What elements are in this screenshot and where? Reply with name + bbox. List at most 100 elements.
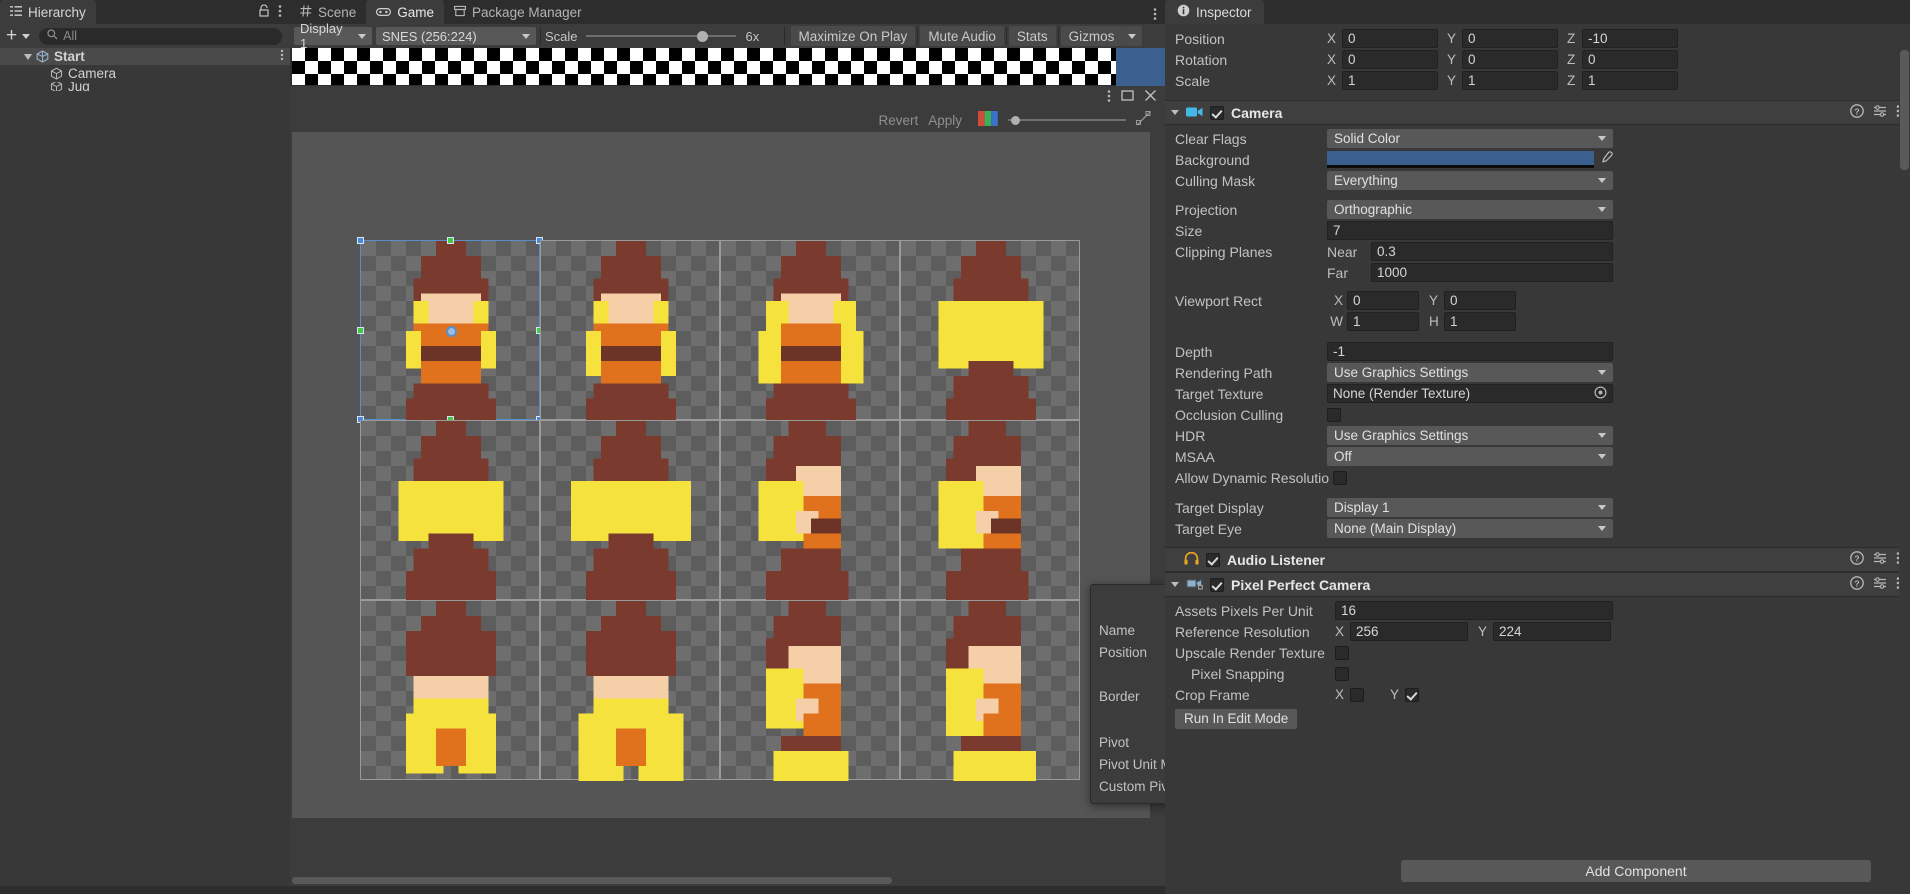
run-in-edit-mode-button[interactable]: Run In Edit Mode bbox=[1175, 708, 1298, 729]
sprite-cell[interactable] bbox=[540, 600, 720, 781]
sprite-cell[interactable] bbox=[357, 237, 543, 423]
tab-inspector[interactable]: Inspector bbox=[1165, 0, 1264, 24]
lock-icon[interactable] bbox=[258, 4, 270, 20]
rotation-z-input[interactable]: 0 bbox=[1582, 50, 1678, 69]
aspect-dropdown[interactable]: SNES (256:224) bbox=[376, 27, 536, 45]
msaa-dropdown[interactable]: Off bbox=[1327, 447, 1613, 466]
near-input[interactable]: 0.3 bbox=[1371, 242, 1613, 261]
sprite-cell[interactable] bbox=[540, 420, 720, 601]
background-color-swatch[interactable] bbox=[1327, 151, 1594, 168]
position-z-input[interactable]: -10 bbox=[1582, 29, 1678, 48]
preset-icon[interactable] bbox=[1873, 576, 1887, 593]
sprite-cell[interactable] bbox=[900, 420, 1080, 601]
viewport-w-input[interactable]: 1 bbox=[1347, 312, 1419, 331]
maximize-on-play-button[interactable]: Maximize On Play bbox=[790, 26, 916, 46]
eyedropper-icon[interactable] bbox=[1599, 151, 1613, 168]
rotation-x-input[interactable]: 0 bbox=[1342, 50, 1438, 69]
search-input[interactable]: All bbox=[39, 27, 282, 45]
kebab-menu-icon[interactable] bbox=[278, 4, 282, 21]
gizmos-button[interactable]: Gizmos bbox=[1060, 26, 1123, 46]
add-component-button[interactable]: Add Component bbox=[1401, 860, 1871, 882]
stats-button[interactable]: Stats bbox=[1008, 26, 1056, 46]
add-gameobject-button[interactable]: + bbox=[4, 26, 19, 45]
chevron-down-icon[interactable] bbox=[22, 33, 31, 39]
help-icon[interactable]: ? bbox=[1850, 551, 1864, 568]
target-eye-dropdown[interactable]: None (Main Display) bbox=[1327, 519, 1613, 538]
sprite-cell[interactable] bbox=[900, 240, 1080, 421]
audio-listener-component-header[interactable]: Audio Listener ? bbox=[1165, 547, 1910, 572]
assets-ppu-input[interactable]: 16 bbox=[1335, 601, 1613, 620]
resize-handle-tl[interactable] bbox=[357, 237, 364, 244]
occlusion-culling-checkbox[interactable] bbox=[1327, 407, 1341, 422]
pixel-perfect-camera-component-header[interactable]: Pixel Perfect Camera ? bbox=[1165, 572, 1910, 597]
gizmos-dropdown[interactable] bbox=[1122, 26, 1143, 46]
chevron-down-icon[interactable] bbox=[1171, 110, 1179, 115]
help-icon[interactable]: ? bbox=[1850, 104, 1864, 121]
preset-icon[interactable] bbox=[1873, 551, 1887, 568]
reference-resolution-x-input[interactable]: 256 bbox=[1350, 622, 1468, 641]
kebab-menu-icon[interactable] bbox=[280, 49, 284, 64]
sprite-cell[interactable] bbox=[720, 600, 900, 781]
scale-y-input[interactable]: 1 bbox=[1462, 71, 1558, 90]
kebab-menu-icon[interactable] bbox=[1153, 7, 1157, 24]
viewport-y-input[interactable]: 0 bbox=[1444, 291, 1516, 310]
size-input[interactable]: 7 bbox=[1327, 221, 1613, 240]
sprite-cell[interactable] bbox=[720, 420, 900, 601]
sprite-cell[interactable] bbox=[360, 600, 540, 780]
culling-mask-dropdown[interactable]: Everything bbox=[1327, 171, 1613, 190]
resize-handle-left[interactable] bbox=[357, 327, 364, 334]
hierarchy-item-camera[interactable]: Camera bbox=[0, 65, 290, 82]
hierarchy-item-jug[interactable]: Jug bbox=[0, 82, 290, 91]
pixel-perfect-camera-enabled-checkbox[interactable] bbox=[1210, 577, 1224, 592]
object-picker-icon[interactable] bbox=[1594, 385, 1607, 402]
sprite-cell[interactable] bbox=[900, 600, 1080, 781]
pivot-handle[interactable] bbox=[446, 326, 457, 337]
revert-button[interactable]: Revert bbox=[878, 113, 918, 128]
position-y-input[interactable]: 0 bbox=[1462, 29, 1558, 48]
hierarchy-item-start[interactable]: Start bbox=[0, 48, 290, 65]
resize-handle-top[interactable] bbox=[447, 237, 454, 244]
horizontal-scrollbar[interactable] bbox=[292, 877, 892, 884]
color-channels-icon[interactable] bbox=[978, 111, 998, 129]
upscale-render-texture-checkbox[interactable] bbox=[1335, 645, 1349, 660]
chevron-down-icon[interactable] bbox=[24, 53, 32, 60]
projection-dropdown[interactable]: Orthographic bbox=[1327, 200, 1613, 219]
clear-flags-dropdown[interactable]: Solid Color bbox=[1327, 129, 1613, 148]
pixel-snapping-checkbox[interactable] bbox=[1335, 666, 1349, 681]
rotation-y-input[interactable]: 0 bbox=[1462, 50, 1558, 69]
reference-resolution-y-input[interactable]: 224 bbox=[1493, 622, 1611, 641]
kebab-menu-icon[interactable] bbox=[1107, 89, 1111, 106]
tab-game[interactable]: Game bbox=[366, 0, 445, 24]
far-input[interactable]: 1000 bbox=[1371, 263, 1613, 282]
apply-button[interactable]: Apply bbox=[928, 113, 962, 128]
sprite-cell[interactable] bbox=[360, 420, 540, 601]
camera-component-header[interactable]: Camera ? bbox=[1165, 100, 1910, 125]
viewport-h-input[interactable]: 1 bbox=[1444, 312, 1516, 331]
audio-listener-enabled-checkbox[interactable] bbox=[1206, 552, 1220, 567]
help-icon[interactable]: ? bbox=[1850, 576, 1864, 593]
scale-z-input[interactable]: 1 bbox=[1582, 71, 1678, 90]
chevron-down-icon[interactable] bbox=[1171, 582, 1179, 587]
sprite-cell[interactable] bbox=[540, 240, 720, 421]
crop-frame-x-checkbox[interactable] bbox=[1350, 687, 1364, 702]
preset-icon[interactable] bbox=[1873, 104, 1887, 121]
close-icon[interactable] bbox=[1144, 89, 1157, 105]
scale-x-input[interactable]: 1 bbox=[1342, 71, 1438, 90]
tab-package-manager[interactable]: Package Manager bbox=[444, 0, 592, 24]
scale-slider[interactable] bbox=[585, 30, 736, 42]
hdr-dropdown[interactable]: Use Graphics Settings bbox=[1327, 426, 1613, 445]
sprite-sheet-canvas[interactable] bbox=[292, 132, 1150, 818]
rendering-path-dropdown[interactable]: Use Graphics Settings bbox=[1327, 363, 1613, 382]
tab-hierarchy[interactable]: Hierarchy bbox=[0, 0, 96, 24]
position-x-input[interactable]: 0 bbox=[1342, 29, 1438, 48]
maximize-icon[interactable] bbox=[1121, 89, 1134, 105]
allow-dynamic-resolution-checkbox[interactable] bbox=[1333, 470, 1347, 485]
target-display-dropdown[interactable]: Display 1 bbox=[1327, 498, 1613, 517]
mute-audio-button[interactable]: Mute Audio bbox=[920, 26, 1004, 46]
pixelate-icon[interactable] bbox=[1136, 111, 1151, 129]
alpha-slider[interactable] bbox=[1008, 115, 1126, 125]
target-texture-field[interactable]: None (Render Texture) bbox=[1327, 384, 1613, 403]
display-dropdown[interactable]: Display 1 bbox=[294, 21, 372, 51]
depth-input[interactable]: -1 bbox=[1327, 342, 1613, 361]
camera-enabled-checkbox[interactable] bbox=[1210, 105, 1224, 120]
